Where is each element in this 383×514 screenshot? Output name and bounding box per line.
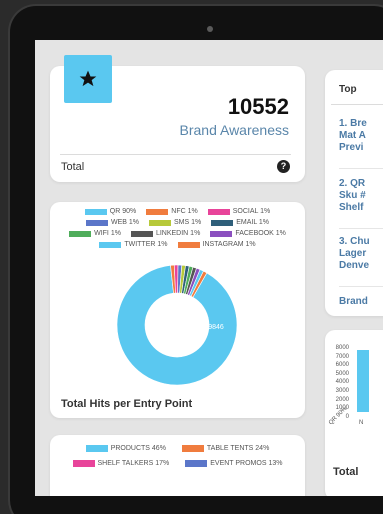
legend-swatch (84, 208, 107, 215)
legend-label: FACEBOOK 1% (235, 230, 286, 237)
y-tick-label: 4000 (335, 379, 349, 386)
entry-point-donut-chart: 9846 (116, 264, 238, 386)
legend-label: WIFI 1% (94, 230, 121, 237)
top-list-item-line: Mat A (339, 130, 366, 141)
legend-item[interactable]: TABLE TENTS 24% (181, 445, 270, 452)
legend-swatch (185, 460, 208, 467)
divider (339, 286, 383, 287)
legend-row: WEB 1% SMS 1% EMAIL 1% (50, 219, 305, 226)
y-tick-label: 7000 (335, 353, 349, 360)
placement-legend: PRODUCTS 46% TABLE TENTS 24% SHELF TALKERS… (50, 445, 305, 475)
legend-item[interactable]: LINKEDIN 1% (130, 230, 201, 237)
bar-qr (357, 350, 369, 412)
legend-swatch (181, 445, 204, 452)
star-icon (64, 55, 112, 103)
legend-swatch (146, 208, 169, 215)
donut-slice-label: 9846 (208, 324, 224, 331)
top-list-item-line: Denve (339, 260, 370, 271)
legend-swatch (72, 460, 95, 467)
brand-label: Brand Awareness (179, 122, 289, 138)
legend-row: WIFI 1% LINKEDIN 1% FACEBOOK 1% (50, 230, 305, 237)
legend-item[interactable]: EMAIL 1% (211, 219, 269, 226)
legend-label: SOCIAL 1% (232, 208, 271, 215)
top-list-item-line: 2. QR (339, 178, 366, 189)
legend-swatch (130, 230, 153, 237)
legend-label: WEB 1% (110, 219, 139, 226)
top-list-item[interactable]: 3. Chu Lager Denve (339, 236, 383, 272)
legend-item[interactable]: NFC 1% (146, 208, 198, 215)
legend-item[interactable]: INSTAGRAM 1% (177, 241, 256, 248)
legend-item[interactable]: SHELF TALKERS 17% (72, 460, 170, 467)
top-list-item[interactable]: 1. Bre Mat A Previ (339, 118, 383, 154)
legend-swatch (210, 230, 233, 237)
top-list-item-line: 1. Bre (339, 118, 367, 129)
legend-swatch (99, 241, 122, 248)
legend-item[interactable]: WEB 1% (85, 219, 139, 226)
legend-item[interactable]: QR 90% (84, 208, 137, 215)
legend-label: SHELF TALKERS 17% (97, 460, 170, 467)
legend-item[interactable]: SOCIAL 1% (207, 208, 271, 215)
legend-label: INSTAGRAM 1% (202, 241, 256, 248)
top-list-item-line: Shelf (339, 202, 364, 213)
legend-item[interactable]: WIFI 1% (69, 230, 121, 237)
y-tick-label: 2000 (335, 396, 349, 403)
legend-label: QR 90% (109, 208, 137, 215)
top-list-item[interactable]: 2. QR Sku # Shelf (339, 178, 383, 214)
placement-card: PRODUCTS 46% TABLE TENTS 24% SHELF TALKERS… (50, 435, 305, 496)
hits-bar-chart-card: 8000 7000 6000 5000 4000 3000 2000 1000 0 QR 90%… (325, 330, 383, 496)
legend-item[interactable]: TWITTER 1% (99, 241, 168, 248)
entry-point-card: QR 90% NFC 1% SOCIAL 1% WEB 1% SMS 1% EMAIL 1… (50, 202, 305, 418)
legend-label: TABLE TENTS 24% (206, 445, 270, 452)
entry-point-title: Total Hits per Entry Point (61, 398, 193, 410)
bar-total-label: Total (333, 466, 359, 478)
legend-label: EMAIL 1% (236, 219, 270, 226)
y-tick-label: 5000 (335, 370, 349, 377)
legend-swatch (85, 219, 108, 226)
total-label: Total (61, 161, 85, 173)
legend-row: TWITTER 1% INSTAGRAM 1% (50, 241, 305, 248)
brand-value: 10552 (227, 94, 289, 119)
top-list-item-line: Previ (339, 142, 364, 153)
legend-swatch (148, 219, 171, 226)
top-list-card: Top 1. Bre Mat A Previ 2. QR Sku # Shelf 3. Ch… (325, 70, 383, 316)
legend-item[interactable]: EVENT PROMOS 13% (185, 460, 282, 467)
top-list-heading: Top (339, 84, 357, 95)
top-list-footer[interactable]: Brand (339, 296, 383, 308)
y-tick-label: 6000 (335, 362, 349, 369)
legend-swatch (177, 241, 200, 248)
legend-row: PRODUCTS 46% TABLE TENTS 24% (50, 445, 305, 452)
help-icon[interactable]: ? (277, 160, 290, 173)
legend-label: SMS 1% (173, 219, 202, 226)
legend-label: PRODUCTS 46% (110, 445, 166, 452)
divider (60, 154, 291, 155)
legend-item[interactable]: SMS 1% (148, 219, 202, 226)
legend-swatch (211, 219, 234, 226)
top-list-item-line: Lager (339, 248, 367, 259)
legend-label: NFC 1% (171, 208, 198, 215)
legend-label: LINKEDIN 1% (155, 230, 201, 237)
divider (339, 168, 383, 169)
legend-swatch (85, 445, 108, 452)
legend-swatch (207, 208, 230, 215)
entry-point-legend: QR 90% NFC 1% SOCIAL 1% WEB 1% SMS 1% EMAIL 1… (50, 208, 305, 252)
divider (331, 104, 383, 105)
brand-awareness-card: 10552 Brand Awareness Total ? (50, 55, 305, 182)
dashboard-screen: 10552 Brand Awareness Total ? QR 90% NFC … (35, 40, 383, 496)
x-tick-n: N (359, 420, 364, 426)
legend-item[interactable]: PRODUCTS 46% (85, 445, 166, 452)
divider (339, 228, 383, 229)
top-list-item-line: 3. Chu (339, 236, 370, 247)
legend-swatch (69, 230, 92, 237)
legend-row: SHELF TALKERS 17% EVENT PROMOS 13% (50, 460, 305, 467)
y-tick-label: 3000 (335, 387, 349, 394)
legend-item[interactable]: FACEBOOK 1% (210, 230, 286, 237)
camera-dot (207, 26, 213, 32)
y-tick-label: 8000 (335, 345, 349, 351)
legend-label: TWITTER 1% (124, 241, 168, 248)
top-list-item-line: Sku # (339, 190, 366, 201)
legend-label: EVENT PROMOS 13% (210, 460, 283, 467)
legend-row: QR 90% NFC 1% SOCIAL 1% (50, 208, 305, 215)
